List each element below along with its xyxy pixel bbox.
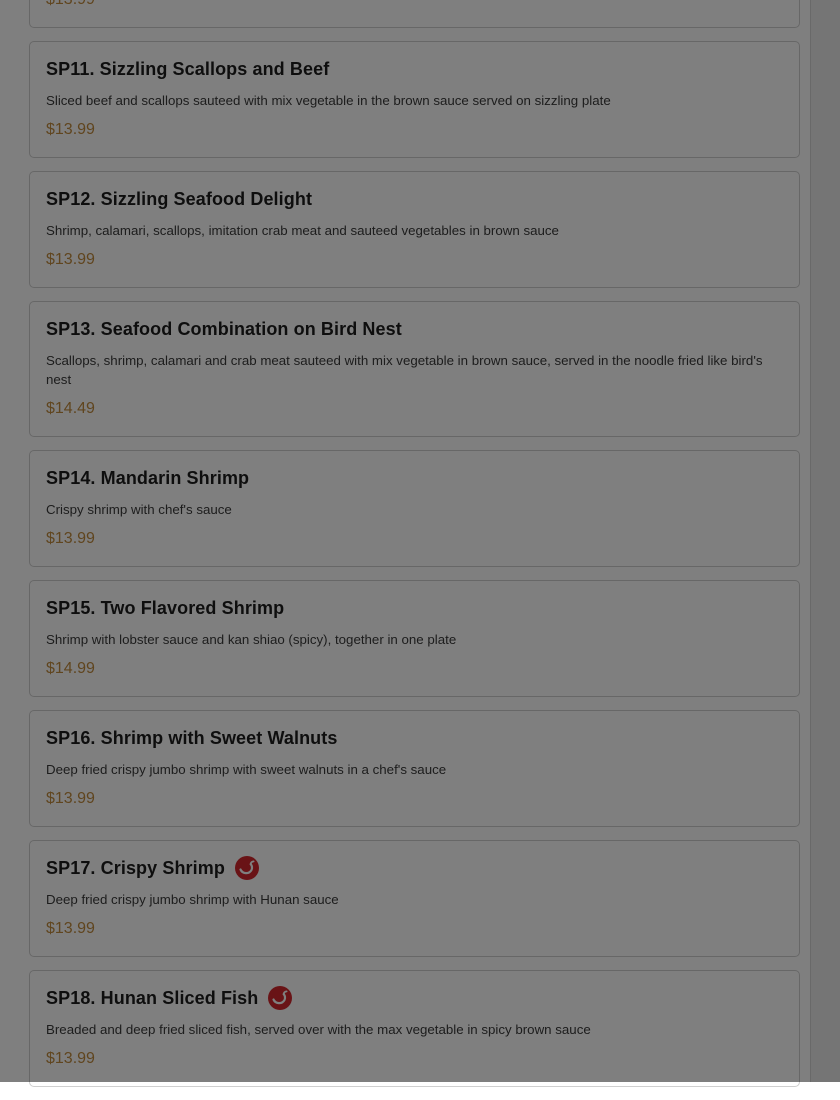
modal-backdrop-overlay[interactable] xyxy=(0,0,840,1082)
